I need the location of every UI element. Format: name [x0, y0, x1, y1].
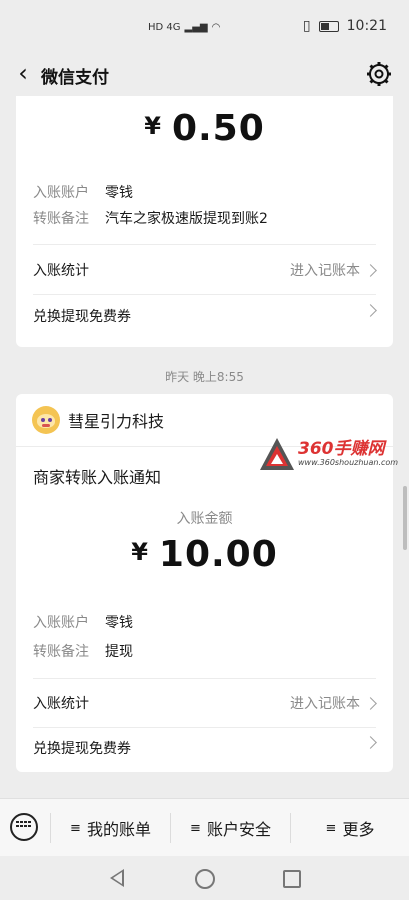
keyboard-toggle-icon[interactable]	[10, 813, 38, 841]
amount-label: 入账金额	[176, 511, 233, 527]
detail-value: 汽车之家极速版提现到账2	[105, 211, 268, 227]
stats-row[interactable]: 入账统计 进入记账本	[33, 260, 379, 282]
divider	[33, 244, 376, 245]
detail-row: 入账账户 零钱	[33, 182, 133, 202]
coupon-row[interactable]: 兑换提现免费券	[33, 736, 379, 760]
status-bar: HD 4G ▂▄▆ ◠ ▯ 10:21	[0, 0, 409, 52]
menu-account-security[interactable]: ≡ 账户安全	[171, 799, 290, 857]
stats-label: 入账统计	[33, 263, 89, 279]
detail-key: 转账备注	[33, 644, 89, 660]
merchant-name: 彗星引力科技	[68, 412, 165, 431]
network-label: HD 4G	[148, 22, 181, 33]
page-title: 微信支付	[41, 68, 109, 88]
system-nav-bar	[0, 856, 409, 900]
notice-title: 商家转账入账通知	[33, 468, 162, 487]
divider	[33, 727, 376, 728]
vibrate-icon: ▯	[302, 18, 311, 34]
scrollbar[interactable]	[403, 486, 407, 550]
chevron-right-icon	[364, 263, 377, 277]
coupon-link[interactable]	[364, 304, 379, 317]
menu-my-bills[interactable]: ≡ 我的账单	[51, 799, 170, 857]
payment-card: ¥0.50 入账账户 零钱 转账备注 汽车之家极速版提现到账2 入账统计 进入记…	[16, 96, 393, 347]
detail-value: 零钱	[105, 615, 133, 631]
amount-value: ¥10.00	[131, 534, 278, 575]
detail-key: 入账账户	[33, 615, 89, 631]
network-indicator: HD 4G ▂▄▆ ◠	[148, 22, 220, 33]
merchant-header[interactable]: 彗星引力科技	[32, 406, 164, 434]
amount-value: ¥0.50	[144, 108, 265, 149]
stats-link[interactable]: 进入记账本	[290, 260, 379, 280]
detail-value: 零钱	[105, 185, 133, 201]
watermark-text: 360手赚网	[298, 439, 385, 459]
watermark-logo: 360手赚网 www.360shouzhuan.com	[256, 432, 406, 476]
nav-back-icon[interactable]	[110, 869, 124, 887]
stats-link[interactable]: 进入记账本	[290, 693, 379, 713]
coupon-link[interactable]	[364, 736, 379, 749]
watermark-triangle-icon	[260, 438, 294, 470]
menu-icon: ≡	[190, 820, 201, 836]
detail-value: 提现	[105, 644, 133, 660]
watermark-url: www.360shouzhuan.com	[298, 458, 399, 467]
bottom-menu: ≡ 我的账单 ≡ 账户安全 ≡ 更多	[0, 798, 409, 857]
divider	[33, 678, 376, 679]
chevron-right-icon	[364, 736, 377, 749]
detail-key: 入账账户	[33, 185, 89, 201]
detail-row: 入账账户 零钱	[33, 612, 133, 632]
merchant-avatar	[32, 406, 60, 434]
gear-icon[interactable]	[365, 60, 393, 88]
menu-more[interactable]: ≡ 更多	[291, 799, 409, 857]
detail-row: 转账备注 提现	[33, 641, 133, 661]
coupon-label: 兑换提现免费券	[33, 309, 131, 325]
divider	[33, 294, 376, 295]
menu-icon: ≡	[325, 820, 337, 836]
coupon-label: 兑换提现免费券	[33, 741, 131, 757]
app-header: ‹ 微信支付	[0, 52, 409, 96]
message-timestamp: 昨天 晚上8:55	[165, 370, 244, 384]
wifi-icon: ◠	[211, 22, 221, 33]
battery-icon	[318, 20, 339, 32]
nav-home-icon[interactable]	[195, 869, 215, 889]
stats-row[interactable]: 入账统计 进入记账本	[33, 693, 379, 715]
chevron-right-icon	[364, 696, 377, 710]
status-time: 10:21	[346, 18, 387, 34]
chevron-right-icon	[364, 304, 377, 317]
menu-icon: ≡	[70, 820, 81, 836]
signal-icon: ▂▄▆	[184, 22, 208, 33]
nav-recent-apps-icon[interactable]	[283, 870, 301, 888]
stats-label: 入账统计	[33, 696, 89, 712]
back-arrow-icon[interactable]: ‹	[10, 60, 36, 86]
status-right: ▯ 10:21	[303, 18, 387, 34]
coupon-row[interactable]: 兑换提现免费券	[33, 304, 379, 328]
detail-key: 转账备注	[33, 211, 89, 227]
detail-row: 转账备注 汽车之家极速版提现到账2	[33, 208, 268, 228]
